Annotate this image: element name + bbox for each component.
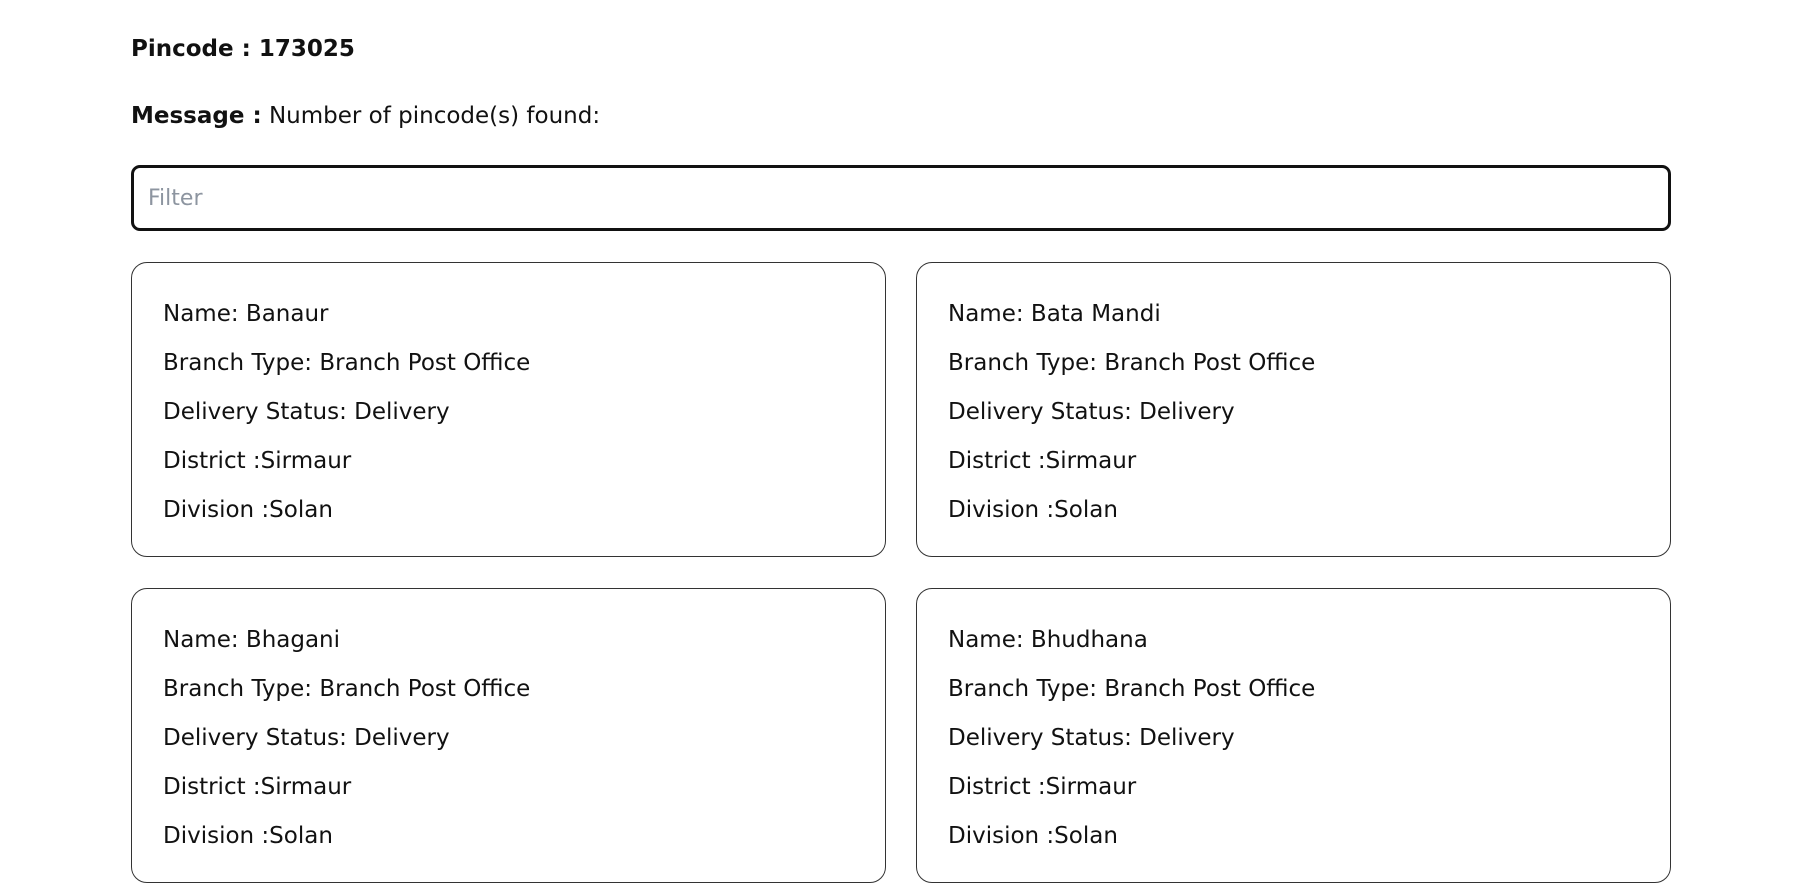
card-delivery-status: Delivery Status: Delivery: [163, 725, 450, 751]
card-delivery-status: Delivery Status: Delivery: [948, 725, 1235, 751]
card-district: District :Sirmaur: [948, 774, 1137, 800]
card-division: Division :Solan: [163, 823, 333, 849]
card-district: District :Sirmaur: [163, 774, 352, 800]
card-division: Division :Solan: [948, 823, 1118, 849]
card-name: Name: Bata Mandi: [948, 301, 1161, 327]
pincode-heading: Pincode : 173025: [131, 36, 355, 62]
card-name: Name: Bhagani: [163, 627, 341, 653]
card-name: Name: Bhudhana: [948, 627, 1148, 653]
card-branch-type: Branch Type: Branch Post Office: [163, 676, 531, 702]
post-office-card-grid: Name: Banaur Branch Type: Branch Post Of…: [131, 262, 1671, 883]
card-district: District :Sirmaur: [163, 448, 352, 474]
message-label: Message :: [131, 103, 262, 129]
post-office-card: Name: Banaur Branch Type: Branch Post Of…: [131, 262, 886, 557]
card-delivery-status: Delivery Status: Delivery: [163, 399, 450, 425]
post-office-card: Name: Bata Mandi Branch Type: Branch Pos…: [916, 262, 1671, 557]
post-office-card: Name: Bhagani Branch Type: Branch Post O…: [131, 588, 886, 883]
card-name: Name: Banaur: [163, 301, 329, 327]
message-text: Number of pincode(s) found:: [268, 103, 601, 129]
card-district: District :Sirmaur: [948, 448, 1137, 474]
message-line: Message : Number of pincode(s) found:: [131, 103, 600, 129]
card-delivery-status: Delivery Status: Delivery: [948, 399, 1235, 425]
card-branch-type: Branch Type: Branch Post Office: [163, 350, 531, 376]
card-branch-type: Branch Type: Branch Post Office: [948, 350, 1316, 376]
post-office-card: Name: Bhudhana Branch Type: Branch Post …: [916, 588, 1671, 883]
card-branch-type: Branch Type: Branch Post Office: [948, 676, 1316, 702]
card-division: Division :Solan: [948, 497, 1118, 523]
card-division: Division :Solan: [163, 497, 333, 523]
filter-input[interactable]: [131, 165, 1671, 231]
